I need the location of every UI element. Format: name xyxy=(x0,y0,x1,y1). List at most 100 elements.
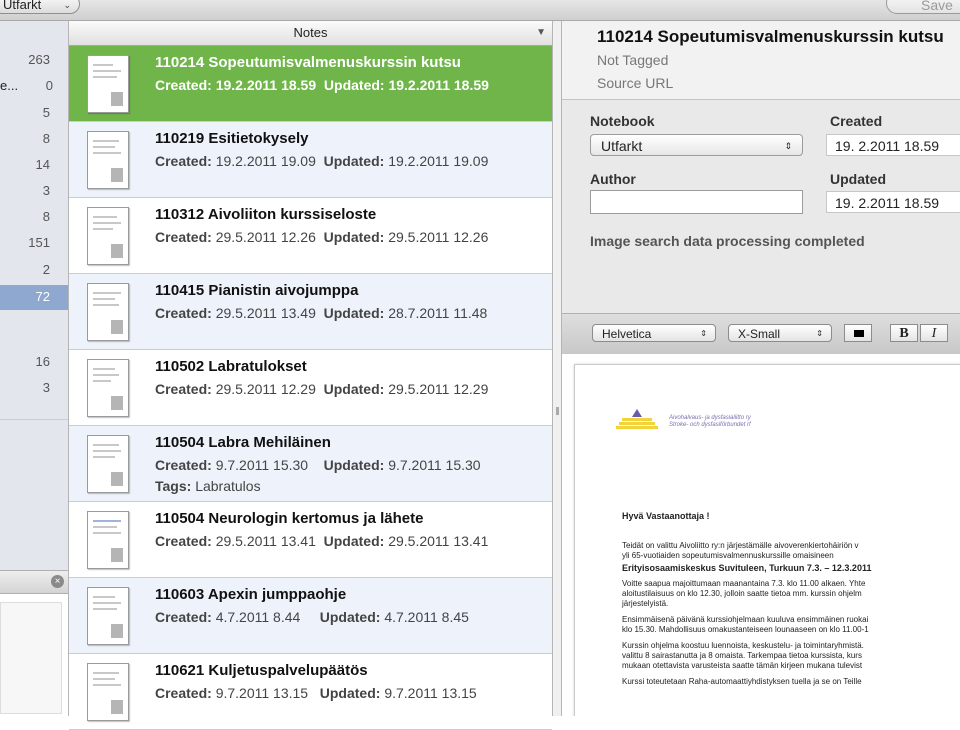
note-thumbnail xyxy=(87,511,129,569)
sidebar-item-label: e... xyxy=(0,78,19,93)
close-icon[interactable]: × xyxy=(51,575,64,588)
note-row[interactable]: 110603 Apexin jumppaohje Created: 4.7.20… xyxy=(69,578,552,654)
notebook-popup-label: Utfarkt xyxy=(3,0,42,12)
note-title: 110312 Aivoliiton kurssiseloste xyxy=(155,206,377,223)
sidebar-item-selected[interactable]: 72 xyxy=(0,285,68,310)
note-title: 110504 Labra Mehiläinen xyxy=(155,434,331,451)
doc-text: yli 65-vuotiaiden sopeutumisvalmennuskur… xyxy=(622,551,834,560)
note-detail-pane: 110214 Sopeutumisvalmenuskurssin kutsu N… xyxy=(562,21,960,716)
updated-date-field[interactable]: 19. 2.2011 18.59 xyxy=(826,191,960,213)
sidebar-item-count: 0 xyxy=(45,78,53,93)
note-thumbnail xyxy=(87,435,129,493)
doc-greeting: Hyvä Vastaanottaja ! xyxy=(622,511,710,521)
note-meta: Created: 9.7.2011 15.30 Updated: 9.7.201… xyxy=(155,457,481,473)
doc-text: aloitustilaisuus on klo 12.30, jolloin s… xyxy=(622,589,862,598)
source-url-field[interactable]: Source URL xyxy=(597,75,673,91)
sidebar-item-count: 3 xyxy=(42,380,50,395)
note-thumbnail xyxy=(87,663,129,721)
note-content-area[interactable]: Aivohalvaus- ja dysfasialiitto ry Stroke-… xyxy=(562,354,960,716)
sidebar-subpane-header: × xyxy=(0,570,68,594)
note-row[interactable]: 110504 Neurologin kertomus ja lähete Cre… xyxy=(69,502,552,578)
sidebar-item[interactable]: 8 xyxy=(0,205,68,230)
sidebar-item[interactable]: 5 xyxy=(0,101,68,126)
sidebar-item[interactable]: 151 xyxy=(0,231,68,256)
doc-text: järjestelyistä. xyxy=(622,599,669,608)
note-meta: Created: 4.7.2011 8.44 Updated: 4.7.2011… xyxy=(155,609,469,625)
splitter-grip-icon xyxy=(556,407,559,415)
bold-button[interactable]: B xyxy=(890,324,918,342)
note-thumbnail xyxy=(87,131,129,189)
note-row[interactable]: 110415 Pianistin aivojumppa Created: 29.… xyxy=(69,274,552,350)
sidebar-item[interactable]: 3 xyxy=(0,376,68,401)
sidebar-divider xyxy=(0,419,68,420)
sidebar-item-count: 3 xyxy=(42,183,50,198)
author-label: Author xyxy=(590,171,636,187)
note-row[interactable]: 110504 Labra Mehiläinen Created: 9.7.201… xyxy=(69,426,552,502)
size-select-value: X-Small xyxy=(738,327,781,341)
note-row[interactable]: 110621 Kuljetuspalvelupäätös Created: 9.… xyxy=(69,654,552,730)
tags-field[interactable]: Not Tagged xyxy=(597,52,668,68)
note-row[interactable]: 110502 Labratulokset Created: 29.5.2011 … xyxy=(69,350,552,426)
note-thumbnail xyxy=(87,359,129,417)
note-thumbnail xyxy=(87,207,129,265)
note-meta: Created: 29.5.2011 13.41 Updated: 29.5.2… xyxy=(155,533,489,549)
note-title: 110603 Apexin jumppaohje xyxy=(155,586,347,603)
sidebar-item[interactable]: 8 xyxy=(0,127,68,152)
note-thumbnail xyxy=(87,587,129,645)
notebook-popup[interactable]: Utfarkt ⌄ xyxy=(0,0,80,14)
doc-text: Teidät on valittu Aivoliitto ry:n järjes… xyxy=(622,541,859,550)
sidebar-subpane xyxy=(0,594,68,716)
doc-text: Voitte saapua majoittumaan maanantaina 7… xyxy=(622,579,866,588)
sidebar-item[interactable]: 14 xyxy=(0,153,68,178)
org-name: Aivohalvaus- ja dysfasialiitto ry Stroke-… xyxy=(669,415,751,428)
note-title: 110504 Neurologin kertomus ja lähete xyxy=(155,510,424,527)
sidebar-item-count: 5 xyxy=(42,105,50,120)
note-thumbnail xyxy=(87,283,129,341)
sidebar-item[interactable]: e... 0 xyxy=(0,74,68,99)
doc-text: Kurssi toteutetaan Raha-automaattiyhdist… xyxy=(622,677,862,686)
author-field[interactable] xyxy=(590,190,803,214)
sidebar-item-count: 151 xyxy=(28,235,50,250)
note-title: 110415 Pianistin aivojumppa xyxy=(155,282,359,299)
note-meta: Created: 29.5.2011 12.26 Updated: 29.5.2… xyxy=(155,229,489,245)
save-button[interactable]: Save xyxy=(886,0,960,14)
sidebar-item[interactable]: 3 xyxy=(0,179,68,204)
sidebar-item-count: 72 xyxy=(35,289,50,304)
note-meta: Created: 9.7.2011 13.15 Updated: 9.7.201… xyxy=(155,685,477,701)
notebook-select[interactable]: Utfarkt ⇕ xyxy=(590,134,803,156)
notebook-label: Notebook xyxy=(590,113,655,129)
sidebar-item[interactable]: 16 xyxy=(0,350,68,375)
notes-header-label: Notes xyxy=(293,25,328,40)
note-row[interactable]: 110312 Aivoliiton kurssiseloste Created:… xyxy=(69,198,552,274)
sidebar-item[interactable]: 2 xyxy=(0,258,68,283)
status-message: Image search data processing completed xyxy=(590,233,865,249)
attached-document: Aivohalvaus- ja dysfasialiitto ry Stroke-… xyxy=(574,364,960,716)
created-label: Created xyxy=(830,113,883,129)
sidebar-item-count: 8 xyxy=(42,209,50,224)
note-title: 110502 Labratulokset xyxy=(155,358,307,375)
note-row-selected[interactable]: 110214 Sopeutumisvalmenuskurssin kutsu C… xyxy=(69,46,552,122)
formatting-toolbar: Helvetica ⇕ X-Small ⇕ B I xyxy=(562,313,960,355)
size-select[interactable]: X-Small ⇕ xyxy=(728,324,832,342)
created-date-field[interactable]: 19. 2.2011 18.59 xyxy=(826,134,960,156)
sort-triangle-icon[interactable]: ▼ xyxy=(536,21,546,45)
note-meta: Created: 19.2.2011 18.59 Updated: 19.2.2… xyxy=(155,77,489,93)
pane-splitter[interactable] xyxy=(552,21,562,716)
text-color-button[interactable] xyxy=(844,324,872,342)
doc-text: Kurssin ohjelma koostuu luennoista, kesk… xyxy=(622,641,864,650)
doc-text: Ensimmäisenä päivänä kurssiohjelmaan kuu… xyxy=(622,615,869,624)
font-select-value: Helvetica xyxy=(602,327,652,341)
italic-button[interactable]: I xyxy=(920,324,948,342)
sidebar-item-count: 14 xyxy=(35,157,50,172)
doc-text: klo 15.30. Mahdollisuus omakustanteiseen… xyxy=(622,625,869,634)
color-swatch-icon xyxy=(854,330,864,337)
doc-text: mukaan otettavista varusteista saatte tä… xyxy=(622,661,863,670)
font-select[interactable]: Helvetica ⇕ xyxy=(592,324,716,342)
sidebar-item[interactable]: 263 xyxy=(0,48,68,73)
note-row[interactable]: 110219 Esitietokysely Created: 19.2.2011… xyxy=(69,122,552,198)
notes-column-header[interactable]: Notes ▼ xyxy=(69,21,552,46)
updated-label: Updated xyxy=(830,171,886,187)
note-meta: Created: 29.5.2011 13.49 Updated: 28.7.2… xyxy=(155,305,488,321)
chevron-updown-icon: ⇕ xyxy=(784,141,792,151)
note-detail-title[interactable]: 110214 Sopeutumisvalmenuskurssin kutsu xyxy=(597,27,944,47)
